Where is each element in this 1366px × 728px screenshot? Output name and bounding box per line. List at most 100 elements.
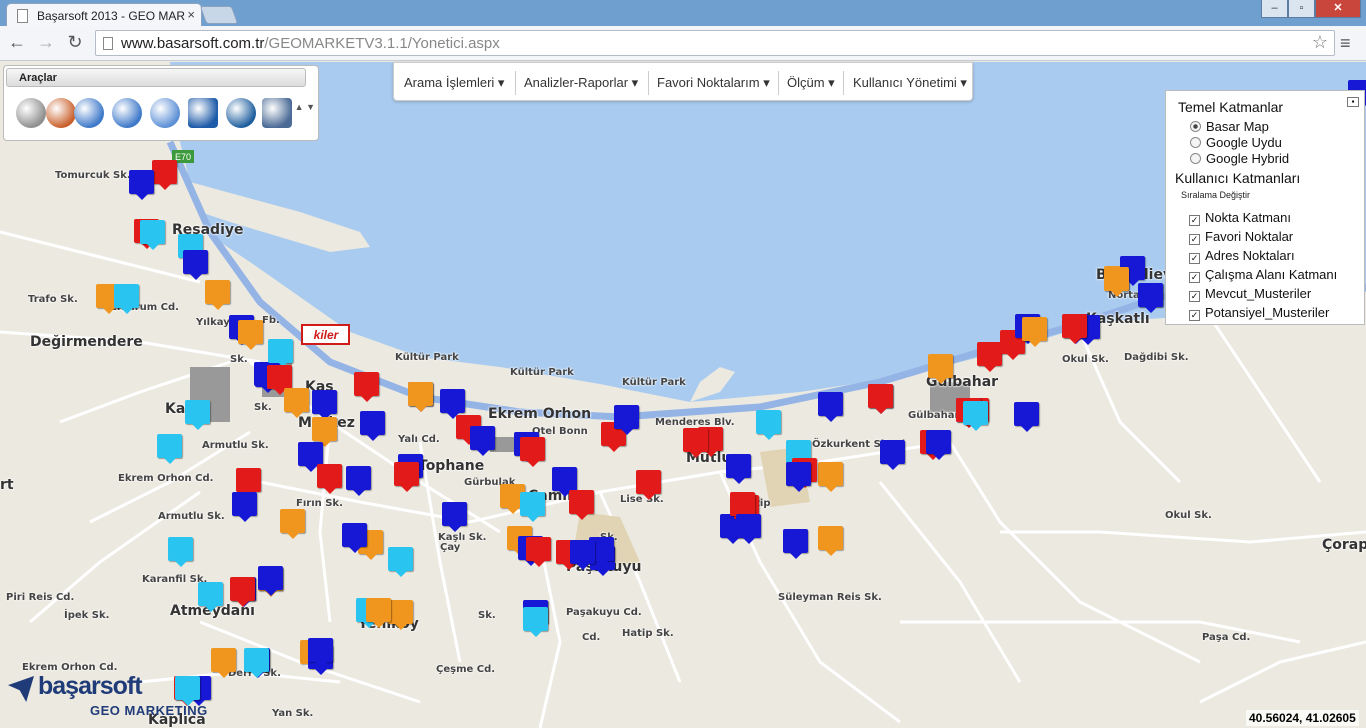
- blue-marker[interactable]: [442, 502, 467, 532]
- orange-marker[interactable]: [818, 462, 843, 492]
- menu-analizler-raporlar[interactable]: Analizler-Raporlar ▾: [524, 75, 638, 91]
- blue-marker[interactable]: [783, 529, 808, 559]
- orange-marker[interactable]: [408, 382, 433, 412]
- cyan-marker[interactable]: [198, 582, 223, 612]
- check-calisma-alani[interactable]: ✓ Çalışma Alanı Katmanı: [1189, 267, 1337, 283]
- minimize-button[interactable]: –: [1261, 0, 1288, 18]
- blue-marker[interactable]: [1138, 283, 1163, 313]
- orange-marker[interactable]: [366, 598, 391, 628]
- blue-marker[interactable]: [360, 411, 385, 441]
- red-marker[interactable]: [520, 437, 545, 467]
- check-mevcut-musteriler[interactable]: ✓ Mevcut_Musteriler: [1189, 286, 1311, 302]
- cyan-marker[interactable]: [520, 492, 545, 522]
- menu-arama-islemleri[interactable]: Arama İşlemleri ▾: [404, 75, 504, 91]
- blue-marker[interactable]: [786, 462, 811, 492]
- blue-marker[interactable]: [342, 523, 367, 553]
- cyan-marker[interactable]: [756, 410, 781, 440]
- cyan-marker[interactable]: [168, 537, 193, 567]
- blue-marker[interactable]: [312, 390, 337, 420]
- new-tab-button[interactable]: [199, 6, 239, 24]
- blue-marker[interactable]: [183, 250, 208, 280]
- red-marker[interactable]: [977, 342, 1002, 372]
- maximize-button[interactable]: ▫: [1288, 0, 1315, 18]
- radio-basar-map[interactable]: Basar Map: [1190, 119, 1269, 134]
- red-marker[interactable]: [683, 428, 708, 458]
- radio-google-hybrid[interactable]: Google Hybrid: [1190, 151, 1289, 166]
- reload-icon[interactable]: ↻: [64, 31, 86, 53]
- red-marker[interactable]: [394, 462, 419, 492]
- bookmark-star-icon[interactable]: ☆: [1312, 32, 1328, 53]
- cyan-marker[interactable]: [157, 434, 182, 464]
- cyan-marker[interactable]: [185, 400, 210, 430]
- cyan-marker[interactable]: [140, 220, 165, 250]
- orange-marker[interactable]: [388, 600, 413, 630]
- browser-menu-icon[interactable]: ≡: [1340, 33, 1351, 54]
- sort-change-link[interactable]: Sıralama Değiştir: [1181, 190, 1250, 200]
- blue-marker[interactable]: [1014, 402, 1039, 432]
- browser-tab[interactable]: Başarsoft 2013 - GEO MAR ×: [6, 3, 202, 27]
- select-icon[interactable]: [46, 98, 76, 128]
- blue-marker[interactable]: [258, 566, 283, 596]
- blue-marker[interactable]: [726, 454, 751, 484]
- orange-marker[interactable]: [284, 388, 309, 418]
- blue-marker[interactable]: [570, 540, 595, 570]
- red-marker[interactable]: [526, 537, 551, 567]
- red-marker[interactable]: [1062, 314, 1087, 344]
- blue-marker[interactable]: [470, 426, 495, 456]
- close-window-button[interactable]: ✕: [1315, 0, 1361, 18]
- orange-marker[interactable]: [238, 320, 263, 350]
- red-marker[interactable]: [636, 470, 661, 500]
- orange-marker[interactable]: [1104, 267, 1129, 297]
- check-adres-noktalari[interactable]: ✓ Adres Noktaları: [1189, 248, 1295, 264]
- blue-marker[interactable]: [129, 170, 154, 200]
- address-bar[interactable]: www.basarsoft.com.tr/GEOMARKETV3.1.1/Yon…: [95, 30, 1335, 56]
- cyan-marker[interactable]: [244, 648, 269, 678]
- marker-pointer: [1007, 354, 1019, 360]
- orange-marker[interactable]: [211, 648, 236, 678]
- zoom-out-icon[interactable]: [112, 98, 142, 128]
- blue-marker[interactable]: [736, 514, 761, 544]
- orange-marker[interactable]: [280, 509, 305, 539]
- cyan-marker[interactable]: [523, 607, 548, 637]
- orange-marker[interactable]: [818, 526, 843, 556]
- cyan-marker[interactable]: [963, 401, 988, 431]
- menu-favori-noktalarim[interactable]: Favori Noktalarım ▾: [657, 75, 770, 91]
- red-marker[interactable]: [868, 384, 893, 414]
- blue-marker[interactable]: [308, 638, 333, 668]
- red-marker[interactable]: [230, 577, 255, 607]
- zoom-in-icon[interactable]: [74, 98, 104, 128]
- back-icon[interactable]: ←: [6, 31, 28, 53]
- cyan-marker[interactable]: [114, 284, 139, 314]
- blue-marker[interactable]: [614, 405, 639, 435]
- menu-olcum[interactable]: Ölçüm ▾: [787, 75, 835, 91]
- check-potansiyel-musteriler[interactable]: ✓ Potansiyel_Musteriler: [1189, 305, 1329, 321]
- collapse-icon[interactable]: ▪: [1347, 97, 1359, 107]
- red-marker[interactable]: [354, 372, 379, 402]
- blue-marker[interactable]: [440, 389, 465, 419]
- menu-kullanici-yonetimi[interactable]: Kullanıcı Yönetimi ▾: [853, 75, 967, 91]
- orange-marker[interactable]: [205, 280, 230, 310]
- blue-marker[interactable]: [926, 430, 951, 460]
- check-favori-noktalar[interactable]: ✓ Favori Noktalar: [1189, 229, 1293, 245]
- blue-marker[interactable]: [346, 466, 371, 496]
- red-marker[interactable]: [152, 160, 177, 190]
- red-marker[interactable]: [569, 490, 594, 520]
- print-icon[interactable]: [262, 98, 292, 128]
- forward-icon[interactable]: →: [35, 31, 57, 53]
- radio-google-uydu[interactable]: Google Uydu: [1190, 135, 1282, 150]
- orange-marker[interactable]: [928, 354, 953, 384]
- tools-scroll-arrows[interactable]: ▲ ▼: [295, 92, 315, 122]
- blue-marker[interactable]: [818, 392, 843, 422]
- measure-icon[interactable]: [226, 98, 256, 128]
- check-nokta-katmani[interactable]: ✓ Nokta Katmanı: [1189, 210, 1291, 226]
- cyan-marker[interactable]: [388, 547, 413, 577]
- fullscreen-icon[interactable]: [188, 98, 218, 128]
- orange-marker[interactable]: [1022, 317, 1047, 347]
- blue-marker[interactable]: [880, 440, 905, 470]
- pan-icon[interactable]: [16, 98, 46, 128]
- blue-marker[interactable]: [232, 492, 257, 522]
- zoom-extent-icon[interactable]: [150, 98, 180, 128]
- close-tab-icon[interactable]: ×: [187, 7, 195, 22]
- red-marker[interactable]: [317, 464, 342, 494]
- map-canvas[interactable]: E70 kiler Tomurcuk Sk. Reşadiye Değirmende…: [0, 62, 1366, 728]
